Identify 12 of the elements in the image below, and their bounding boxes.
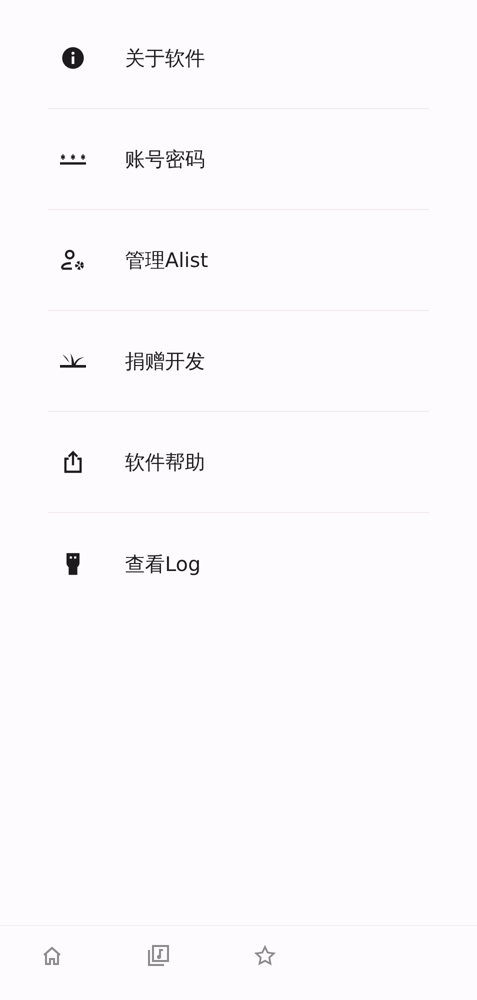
music-library-icon[interactable]	[146, 944, 170, 968]
menu-item[interactable]: 关于软件	[125, 43, 205, 73]
user-settings-icon	[60, 247, 86, 273]
password-icon	[60, 153, 86, 165]
menu-item[interactable]: 管理Alist	[125, 245, 208, 275]
menu-item[interactable]: 查看Log	[125, 548, 201, 578]
grass-icon	[60, 353, 86, 368]
menu-item[interactable]: 账号密码	[125, 144, 205, 174]
menu-item[interactable]: 捐赠开发	[125, 346, 205, 376]
star-icon[interactable]	[253, 944, 277, 968]
menu-item[interactable]: 软件帮助	[125, 447, 205, 477]
info-icon	[60, 45, 86, 71]
